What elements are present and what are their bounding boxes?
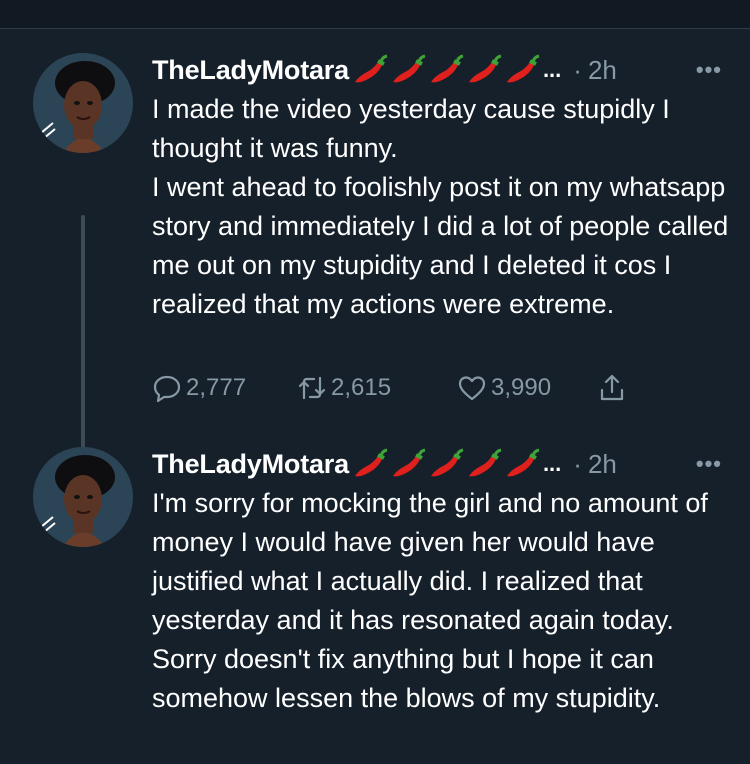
reply-icon (153, 375, 181, 403)
retweet-icon (298, 376, 326, 400)
hot-pepper-icon (430, 54, 464, 83)
more-options-icon[interactable]: ••• (696, 451, 722, 477)
more-options-icon[interactable]: ••• (696, 57, 722, 83)
tweet-text: I'm sorry for mocking the girl and no am… (152, 488, 708, 713)
retweet-count: 2,615 (331, 374, 392, 401)
hot-pepper-icon (392, 448, 426, 477)
timestamp[interactable]: 2h (588, 449, 617, 480)
hot-pepper-icon (506, 448, 540, 477)
retweet-button[interactable]: 2,615 (297, 373, 457, 403)
tweet-actions: 2,777 2,615 3,990 (152, 370, 631, 406)
hot-pepper-icon (468, 54, 502, 83)
hot-pepper-icon (392, 54, 426, 83)
tweet-header: TheLadyMotara ... · 2h ••• (152, 53, 722, 87)
share-icon (600, 374, 624, 401)
tweet-header: TheLadyMotara ... · 2h ••• (152, 447, 722, 481)
hot-pepper-icon (506, 54, 540, 83)
author-name[interactable]: TheLadyMotara (152, 55, 349, 86)
timestamp[interactable]: 2h (588, 55, 617, 86)
tweet-text: I made the video yesterday cause stupidl… (152, 94, 729, 319)
name-emojis (351, 448, 541, 480)
avatar[interactable] (33, 447, 133, 547)
like-button[interactable]: 3,990 (457, 373, 597, 403)
name-truncation: ... (542, 451, 562, 476)
hot-pepper-icon (354, 54, 388, 83)
avatar[interactable] (33, 53, 133, 153)
name-truncation: ... (542, 57, 562, 82)
separator-dot: · (573, 54, 582, 85)
top-divider (0, 0, 750, 29)
hot-pepper-icon (354, 448, 388, 477)
reply-button[interactable]: 2,777 (152, 373, 297, 403)
reply-count: 2,777 (186, 374, 247, 401)
separator-dot: · (573, 448, 582, 479)
author-name[interactable]: TheLadyMotara (152, 449, 349, 480)
share-button[interactable] (597, 373, 631, 403)
heart-icon (458, 376, 486, 401)
hot-pepper-icon (468, 448, 502, 477)
hot-pepper-icon (430, 448, 464, 477)
name-emojis (351, 54, 541, 86)
like-count: 3,990 (491, 374, 552, 401)
